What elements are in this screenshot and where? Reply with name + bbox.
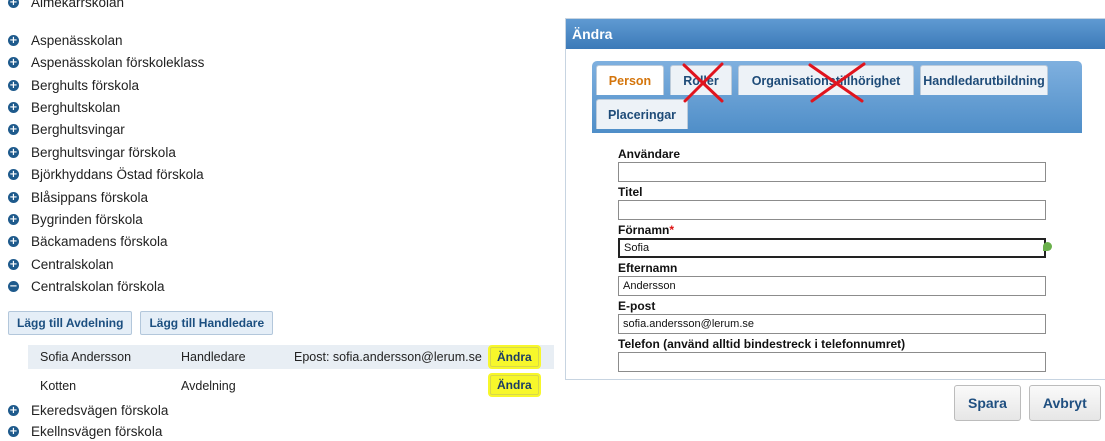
leaf-icon bbox=[1043, 242, 1052, 251]
tree-item-partial-bottom[interactable]: + Ekellnsvägen förskola bbox=[8, 421, 162, 441]
username-input[interactable] bbox=[618, 162, 1046, 182]
tree-item-berghults-forskola[interactable]: + Berghults förskola bbox=[8, 75, 139, 95]
member-role: Handledare bbox=[181, 350, 246, 364]
member-email: Epost: sofia.andersson@lerum.se bbox=[294, 350, 482, 364]
expand-icon[interactable]: + bbox=[8, 425, 19, 437]
tree-item-label: Berghultskolan bbox=[31, 99, 121, 115]
expand-icon[interactable]: + bbox=[8, 101, 19, 113]
tree-item-backamadens[interactable]: + Bäckamadens förskola bbox=[8, 231, 168, 251]
tree-item-berghultskolan[interactable]: + Berghultskolan bbox=[8, 97, 120, 117]
member-role: Avdelning bbox=[181, 379, 236, 393]
first-name-input[interactable] bbox=[618, 238, 1046, 258]
tree-item-label: Ekeredsvägen förskola bbox=[31, 402, 169, 418]
tree-item-label: Blåsippans förskola bbox=[31, 189, 149, 205]
tab-placeringar[interactable]: Placeringar bbox=[596, 99, 688, 129]
expand-icon[interactable]: + bbox=[8, 79, 19, 91]
tab-label: Handledarutbildning bbox=[923, 73, 1045, 88]
save-button[interactable]: Spara bbox=[954, 385, 1021, 421]
tab-organisationstillhorighet[interactable]: Organisationstillhörighet bbox=[738, 65, 914, 95]
tab-roller[interactable]: Roller bbox=[670, 65, 732, 95]
expand-icon[interactable]: + bbox=[8, 0, 19, 8]
edit-button[interactable]: Ändra bbox=[490, 375, 539, 395]
tree-item-label: Aspenässkolan bbox=[31, 32, 123, 48]
last-name-input[interactable] bbox=[618, 276, 1046, 296]
tab-label: Organisationstillhörighet bbox=[751, 73, 901, 88]
tree-item-label: Aspenässkolan förskoleklass bbox=[31, 54, 205, 70]
dialog-title[interactable]: Ändra bbox=[566, 19, 1105, 49]
field-label: E-post bbox=[618, 299, 656, 313]
expand-icon[interactable]: + bbox=[8, 213, 19, 225]
person-form: Användare Titel Förnamn* Efternamn E-pos… bbox=[618, 147, 1058, 375]
add-department-button[interactable]: Lägg till Avdelning bbox=[8, 311, 133, 335]
tree-item-label: Centralskolan förskola bbox=[31, 278, 165, 294]
expand-icon[interactable]: + bbox=[8, 404, 19, 416]
field-label: Titel bbox=[618, 185, 643, 199]
tree-item-label: Ekellnsvägen förskola bbox=[31, 423, 163, 439]
tree-item-berghultsvingar-forskola[interactable]: + Berghultsvingar förskola bbox=[8, 142, 176, 162]
tab-handledarutbildning[interactable]: Handledarutbildning bbox=[920, 65, 1048, 95]
unit-actions: Lägg till Avdelning Lägg till Handledare bbox=[8, 311, 274, 335]
tree-item-label: Bygrinden förskola bbox=[31, 211, 143, 227]
tab-label: Placeringar bbox=[607, 107, 677, 122]
tree-item-berghultsvingar[interactable]: + Berghultsvingar bbox=[8, 119, 125, 139]
member-name: Kotten bbox=[40, 379, 77, 393]
tree-item-label: Berghultsvingar förskola bbox=[31, 144, 176, 160]
tab-label: Person bbox=[608, 73, 652, 88]
field-label: Användare bbox=[618, 147, 681, 161]
expand-icon[interactable]: + bbox=[8, 56, 19, 68]
edit-button[interactable]: Ändra bbox=[490, 347, 539, 367]
tab-label: Roller bbox=[683, 73, 719, 88]
school-tree: + Almekärrskolan + Aspenässkolan + Aspen… bbox=[0, 0, 560, 439]
expand-icon[interactable]: + bbox=[8, 123, 19, 135]
table-row: Kotten Avdelning Ändra bbox=[28, 374, 554, 398]
tree-item-partial[interactable]: + Almekärrskolan bbox=[8, 0, 124, 12]
field-label: Telefon (använd alltid bindestreck i tel… bbox=[618, 337, 906, 351]
expand-icon[interactable]: + bbox=[8, 258, 19, 270]
tab-person[interactable]: Person bbox=[596, 65, 664, 95]
dialog-actions: Spara Avbryt bbox=[954, 385, 1101, 421]
table-row: Sofia Andersson Handledare Epost: sofia.… bbox=[28, 345, 554, 369]
field-label: Förnamn* bbox=[618, 223, 675, 237]
tree-item-bjorkhyddans[interactable]: + Björkhyddans Östad förskola bbox=[8, 164, 204, 184]
tree-item-label: Björkhyddans Östad förskola bbox=[31, 166, 204, 182]
tree-item-centralskolan-forskola[interactable]: − Centralskolan förskola bbox=[8, 276, 165, 296]
tree-item-label: Almekärrskolan bbox=[31, 0, 125, 10]
cancel-button[interactable]: Avbryt bbox=[1028, 385, 1101, 421]
field-label: Efternamn bbox=[618, 261, 678, 275]
member-name: Sofia Andersson bbox=[40, 350, 132, 364]
tree-item-label: Bäckamadens förskola bbox=[31, 233, 168, 249]
tree-item-label: Centralskolan bbox=[31, 256, 114, 272]
tree-item-blasippans[interactable]: + Blåsippans förskola bbox=[8, 187, 148, 207]
expand-icon[interactable]: + bbox=[8, 168, 19, 180]
tree-item-bygrinden[interactable]: + Bygrinden förskola bbox=[8, 209, 143, 229]
expand-icon[interactable]: + bbox=[8, 146, 19, 158]
tree-item-aspenasskolan[interactable]: + Aspenässkolan bbox=[8, 30, 123, 50]
tree-item-ekeredsvagen[interactable]: + Ekeredsvägen förskola bbox=[8, 400, 168, 420]
add-supervisor-button[interactable]: Lägg till Handledare bbox=[140, 311, 274, 335]
expand-icon[interactable]: + bbox=[8, 34, 19, 46]
tab-bar: Person Roller Organisationstillhörighet … bbox=[592, 61, 1082, 133]
phone-input[interactable] bbox=[618, 352, 1046, 372]
required-marker: * bbox=[669, 223, 675, 237]
tree-item-centralskolan[interactable]: + Centralskolan bbox=[8, 254, 114, 274]
collapse-icon[interactable]: − bbox=[8, 280, 19, 292]
expand-icon[interactable]: + bbox=[8, 191, 19, 203]
tree-item-label: Berghults förskola bbox=[31, 77, 140, 93]
tree-item-label: Berghultsvingar bbox=[31, 121, 125, 137]
email-input[interactable] bbox=[618, 314, 1046, 334]
tree-item-aspenasskolan-forskoleklass[interactable]: + Aspenässkolan förskoleklass bbox=[8, 52, 204, 72]
title-input[interactable] bbox=[618, 200, 1046, 220]
edit-dialog: Ändra Person Roller Organisationstillhör… bbox=[565, 18, 1105, 380]
expand-icon[interactable]: + bbox=[8, 235, 19, 247]
